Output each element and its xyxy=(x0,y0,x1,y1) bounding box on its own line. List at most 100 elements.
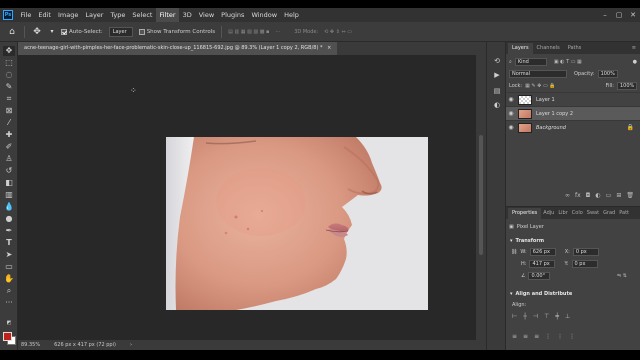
filter-icons[interactable]: ▣ ◐ T ▭ ▦ xyxy=(554,59,582,65)
type-tool-icon[interactable]: T xyxy=(3,238,15,248)
new-layer-icon[interactable]: ⊞ xyxy=(616,192,621,202)
flip-icons[interactable]: ⇋ ⇅ xyxy=(617,273,627,279)
opacity-field[interactable]: 100% xyxy=(597,70,618,78)
align-right-icon[interactable]: ⊣ xyxy=(533,313,538,320)
foreground-color-swatch[interactable] xyxy=(3,332,12,341)
align-section-header[interactable]: ▾ Align and Distribute xyxy=(506,288,640,299)
distribute-icon[interactable]: ≡ xyxy=(523,333,528,340)
distribute-icon[interactable]: ≡ xyxy=(534,333,539,340)
more-tools-icon[interactable]: ··· xyxy=(3,298,15,308)
actions-panel-icon[interactable]: ▶ xyxy=(492,70,502,80)
eye-icon[interactable]: ◉ xyxy=(506,124,516,131)
crop-tool-icon[interactable]: ⌗ xyxy=(3,94,15,104)
frame-tool-icon[interactable]: ⊠ xyxy=(3,106,15,116)
hand-tool-icon[interactable]: ✋ xyxy=(3,274,15,284)
minimize-icon[interactable]: – xyxy=(598,11,612,19)
blur-tool-icon[interactable]: 💧 xyxy=(3,202,15,212)
menu-type[interactable]: Type xyxy=(107,8,129,22)
document-image[interactable] xyxy=(166,137,428,310)
fx-icon[interactable]: fx xyxy=(575,192,581,202)
comments-panel-icon[interactable]: ▤ xyxy=(492,86,502,96)
path-selection-tool-icon[interactable]: ➤ xyxy=(3,250,15,260)
tab-properties[interactable]: Properties xyxy=(508,208,542,219)
menu-filter[interactable]: Filter xyxy=(155,8,180,22)
healing-brush-tool-icon[interactable]: ✚ xyxy=(3,130,15,140)
transform-section-header[interactable]: ▾ Transform xyxy=(506,235,640,246)
default-colors-icon[interactable]: ◩ xyxy=(3,318,15,328)
distribute-icon[interactable]: ≡ xyxy=(512,333,517,340)
menu-plugins[interactable]: Plugins xyxy=(218,8,248,22)
tab-color[interactable]: Colo xyxy=(570,208,585,219)
checkbox-icon[interactable] xyxy=(61,28,67,35)
history-panel-icon[interactable]: ⟲ xyxy=(492,56,502,66)
menu-select[interactable]: Select xyxy=(129,8,156,22)
adjustment-layer-icon[interactable]: ◐ xyxy=(595,192,600,202)
photoshop-logo-icon[interactable]: Ps xyxy=(3,10,13,20)
move-tool-icon[interactable]: ✥ xyxy=(31,26,43,38)
layer-row-background[interactable]: ◉ Background 🔒 xyxy=(506,120,640,134)
panel-menu-icon[interactable]: ≡ xyxy=(628,43,640,54)
fill-field[interactable]: 100% xyxy=(617,82,637,90)
close-tab-icon[interactable]: × xyxy=(327,45,331,51)
x-field[interactable]: 0 px xyxy=(572,248,599,256)
trash-icon[interactable]: 🗑 xyxy=(626,192,634,202)
scrollbar-thumb[interactable] xyxy=(479,135,483,255)
menu-edit[interactable]: Edit xyxy=(35,8,55,22)
zoom-tool-icon[interactable]: ⌕ xyxy=(3,286,15,296)
chevron-down-icon[interactable]: ▾ xyxy=(510,291,513,297)
color-panel-icon[interactable]: ◐ xyxy=(492,100,502,110)
angle-field[interactable]: 0.00° xyxy=(528,272,551,280)
layer-row-layer-1-copy-2[interactable]: ◉ Layer 1 copy 2 xyxy=(506,106,640,120)
tab-patterns[interactable]: Patt xyxy=(617,208,631,219)
canvas-area[interactable]: ⁘ xyxy=(18,55,476,340)
more-options-icon[interactable]: ··· xyxy=(275,29,280,35)
tab-layers[interactable]: Layers xyxy=(508,43,533,54)
kind-dropdown[interactable]: Kind xyxy=(514,58,547,66)
menu-image[interactable]: Image xyxy=(54,8,81,22)
lasso-tool-icon[interactable]: ◌ xyxy=(3,70,15,80)
distribute-icon[interactable]: ⋮ xyxy=(545,333,551,340)
align-middle-icon[interactable]: ╪ xyxy=(555,313,559,320)
link-proportions-icon[interactable]: ⛓ xyxy=(511,249,517,255)
move-tool-icon[interactable]: ✥ xyxy=(3,46,15,56)
zoom-level[interactable]: 89.35% xyxy=(21,342,40,348)
close-icon[interactable]: ✕ xyxy=(626,11,640,19)
menu-3d[interactable]: 3D xyxy=(179,8,195,22)
tab-gradients[interactable]: Grad xyxy=(601,208,617,219)
distribute-icon[interactable]: ⋮ xyxy=(557,333,563,340)
document-tab[interactable]: acne-teenage-girl-with-pimples-her-face-… xyxy=(18,42,338,55)
show-transform-checkbox[interactable]: Show Transform Controls xyxy=(138,28,215,35)
distribute-icon[interactable]: ⋮ xyxy=(569,333,575,340)
menu-help[interactable]: Help xyxy=(281,8,303,22)
menu-file[interactable]: File xyxy=(17,8,35,22)
align-center-h-icon[interactable]: ┼ xyxy=(523,313,527,320)
dodge-tool-icon[interactable]: ● xyxy=(3,214,15,224)
marquee-tool-icon[interactable]: ⬚ xyxy=(3,58,15,68)
home-icon[interactable]: ⌂ xyxy=(6,26,18,38)
chevron-down-icon[interactable]: ▾ xyxy=(49,26,55,38)
tab-swatches[interactable]: Swat xyxy=(585,208,601,219)
checkbox-icon[interactable] xyxy=(138,28,145,35)
menu-layer[interactable]: Layer xyxy=(82,8,107,22)
tab-libraries[interactable]: Libr xyxy=(556,208,569,219)
menu-view[interactable]: View xyxy=(195,8,217,22)
link-layers-icon[interactable]: ∞ xyxy=(565,192,570,202)
add-mask-icon[interactable]: ◘ xyxy=(586,192,591,202)
eraser-tool-icon[interactable]: ◧ xyxy=(3,178,15,188)
y-field[interactable]: 0 px xyxy=(571,260,598,268)
maximize-icon[interactable]: ▢ xyxy=(612,11,626,19)
chevron-down-icon[interactable]: ▾ xyxy=(510,238,513,244)
brush-tool-icon[interactable]: ✐ xyxy=(3,142,15,152)
align-bottom-icon[interactable]: ⊥ xyxy=(565,313,570,320)
rectangle-tool-icon[interactable]: ▭ xyxy=(3,262,15,272)
pen-tool-icon[interactable]: ✒ xyxy=(3,226,15,236)
vertical-scrollbar[interactable] xyxy=(476,55,486,340)
eyedropper-tool-icon[interactable]: ⁄ xyxy=(3,118,15,128)
clone-stamp-tool-icon[interactable]: ♙ xyxy=(3,154,15,164)
align-options-icon[interactable]: ▤ ▥ ▦ ▧ ▨ ▩ ▪ xyxy=(228,29,269,35)
width-field[interactable]: 626 px xyxy=(529,248,556,256)
tab-adjustments[interactable]: Adju xyxy=(541,208,556,219)
tab-channels[interactable]: Channels xyxy=(533,43,564,54)
eye-icon[interactable]: ◉ xyxy=(506,96,516,103)
blend-mode-dropdown[interactable]: Normal xyxy=(509,70,567,78)
